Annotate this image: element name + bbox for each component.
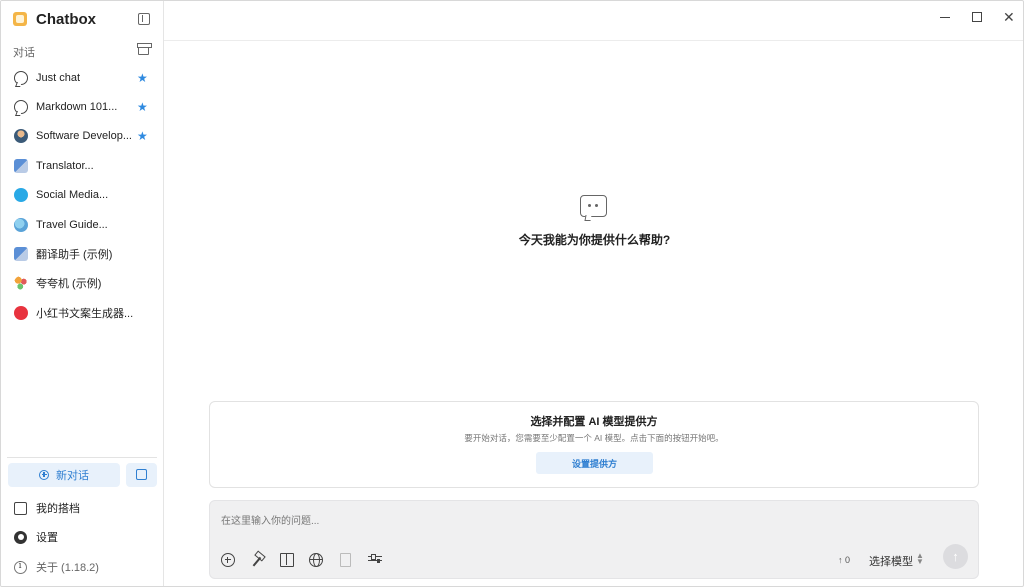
setup-provider-button[interactable]: 设置提供方: [536, 452, 653, 474]
conversation-item[interactable]: Markdown 101... ★: [1, 92, 163, 121]
translator-avatar-icon: [14, 158, 28, 173]
about-item[interactable]: 关于 (1.18.2): [14, 558, 99, 576]
conversation-item[interactable]: Travel Guide...: [1, 210, 163, 239]
conversation-item[interactable]: Translator...: [1, 151, 163, 180]
developer-avatar-icon: [14, 129, 28, 144]
conversation-label: 夸夸机 (示例): [36, 278, 102, 291]
conversation-label: Social Media...: [36, 189, 109, 202]
sidebar: Chatbox 对话 Just chat ★ Markdown 101... ★…: [1, 1, 164, 586]
info-icon: [14, 560, 27, 574]
chat-bubble-icon: [14, 100, 28, 115]
twitter-avatar-icon: [14, 188, 28, 203]
conversation-item[interactable]: 夸夸机 (示例): [1, 269, 163, 298]
conversation-item[interactable]: Social Media...: [1, 181, 163, 210]
maximize-icon[interactable]: [972, 12, 982, 22]
conversation-label: Markdown 101...: [36, 101, 118, 114]
conversation-list: Just chat ★ Markdown 101... ★ Software D…: [1, 63, 163, 328]
token-count: ↑ 0: [838, 555, 851, 565]
tools-icon[interactable]: [250, 553, 264, 567]
conversations-section-label: 对话: [13, 47, 35, 59]
new-chat-button[interactable]: 新对话: [8, 463, 120, 487]
knowledge-base-icon[interactable]: [280, 553, 294, 567]
header-divider: [164, 40, 1023, 41]
web-search-icon[interactable]: [309, 553, 323, 567]
empty-state-title: 今天我能为你提供什么帮助?: [518, 233, 671, 247]
new-image-chat-button[interactable]: [126, 463, 157, 487]
my-copilots-item[interactable]: 我的搭档: [14, 499, 80, 517]
xiaohongshu-avatar-icon: [14, 305, 28, 320]
star-icon[interactable]: ★: [137, 101, 148, 113]
model-select[interactable]: 选择模型: [869, 553, 913, 569]
gear-icon: [14, 530, 27, 544]
app-window: Chatbox 对话 Just chat ★ Markdown 101... ★…: [0, 0, 1024, 587]
image-icon: [136, 469, 147, 480]
sidebar-collapse-icon[interactable]: [138, 13, 150, 25]
provider-card-description: 要开始对话，您需要至少配置一个 AI 模型。点击下面的按钮开始吧。: [464, 433, 724, 443]
chatbox-logo-icon: [13, 12, 27, 26]
globe-avatar-icon: [14, 217, 28, 232]
conversation-item[interactable]: Software Develop... ★: [1, 122, 163, 151]
archive-icon[interactable]: [137, 43, 152, 55]
close-icon[interactable]: ✕: [1003, 10, 1015, 24]
flower-avatar-icon: [14, 276, 28, 291]
conversation-label: 翻译助手 (示例): [36, 249, 113, 262]
message-input[interactable]: 在这里输入你的问题...: [221, 512, 319, 527]
brand: Chatbox: [13, 10, 96, 28]
my-copilots-label: 我的搭档: [36, 503, 80, 515]
star-icon[interactable]: ★: [137, 130, 148, 142]
about-label: 关于 (1.18.2): [36, 562, 99, 574]
settings-sliders-icon[interactable]: [368, 553, 382, 567]
minimize-icon[interactable]: [940, 17, 950, 19]
conversation-item[interactable]: 翻译助手 (示例): [1, 239, 163, 268]
app-name: Chatbox: [36, 10, 96, 28]
provider-setup-card: 选择并配置 AI 模型提供方 要开始对话，您需要至少配置一个 AI 模型。点击下…: [209, 401, 979, 488]
conversation-label: Translator...: [36, 159, 94, 172]
conversation-item[interactable]: 小红书文案生成器...: [1, 298, 163, 327]
message-input-box[interactable]: 在这里输入你的问题... ↑ 0 选择模型 ▲ ▼ ↑: [209, 500, 979, 579]
new-chat-label: 新对话: [56, 470, 89, 482]
translator-avatar-icon: [14, 247, 28, 262]
chevron-up-down-icon[interactable]: ▲ ▼: [916, 552, 924, 566]
conversation-item[interactable]: Just chat ★: [1, 63, 163, 92]
document-icon[interactable]: [340, 553, 351, 567]
sidebar-divider: [7, 457, 157, 458]
chat-bubble-icon: [580, 195, 607, 217]
settings-label: 设置: [36, 532, 58, 544]
conversation-label: Just chat: [36, 71, 81, 84]
plus-circle-icon: [39, 470, 49, 480]
settings-item[interactable]: 设置: [14, 528, 58, 546]
add-attachment-icon[interactable]: [221, 553, 235, 567]
conversation-label: Software Develop...: [36, 130, 132, 143]
copilot-icon: [14, 501, 27, 515]
provider-card-title: 选择并配置 AI 模型提供方: [530, 416, 658, 428]
star-icon[interactable]: ★: [137, 72, 148, 84]
chat-bubble-icon: [14, 70, 28, 85]
conversation-label: Travel Guide...: [36, 218, 108, 231]
conversation-label: 小红书文案生成器...: [36, 307, 134, 320]
send-button[interactable]: ↑: [943, 544, 968, 569]
